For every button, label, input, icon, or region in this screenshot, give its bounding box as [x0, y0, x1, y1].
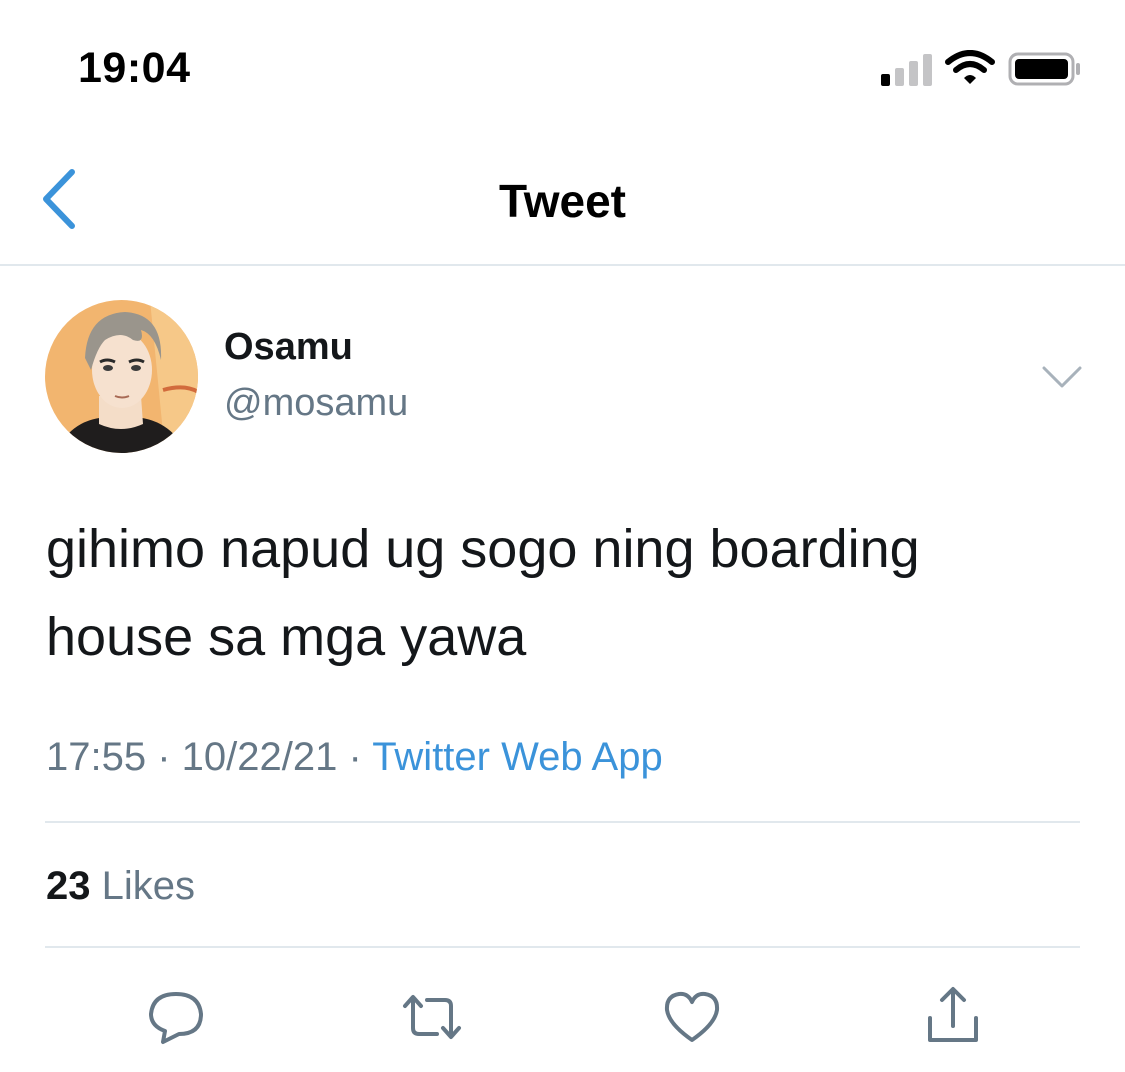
tweet-date: 10/22/21: [181, 735, 338, 779]
tweet-text: gihimo napud ug sogo ning boarding house…: [46, 505, 1086, 681]
likes-label: Likes: [101, 864, 196, 908]
status-bar: 19:04: [0, 0, 1125, 130]
divider: [45, 821, 1080, 823]
tweet-text-line-2: house sa mga yawa: [46, 607, 527, 667]
tweet-time: 17:55: [46, 735, 147, 779]
like-icon: [664, 991, 720, 1042]
tweet-source-link[interactable]: Twitter Web App: [372, 735, 663, 779]
author-name[interactable]: Osamu: [224, 326, 353, 369]
chevron-down-icon: [1042, 366, 1082, 388]
author-handle[interactable]: @mosamu: [224, 382, 408, 425]
meta-separator: ·: [146, 735, 182, 779]
tweet-menu-button[interactable]: [1040, 360, 1084, 394]
tweet-meta: 17:55 · 10/22/21 · Twitter Web App: [46, 735, 663, 780]
avatar[interactable]: [45, 300, 198, 453]
retweet-button[interactable]: [397, 982, 467, 1052]
nav-bar: Tweet: [0, 130, 1125, 266]
retweet-icon: [403, 995, 461, 1039]
reply-button[interactable]: [141, 982, 211, 1052]
likes-count: 23: [46, 864, 91, 908]
tweet-text-line-1: gihimo napud ug sogo ning boarding: [46, 519, 920, 579]
battery-icon: [1008, 52, 1082, 86]
share-button[interactable]: [918, 982, 988, 1052]
likes-row[interactable]: 23 Likes: [46, 864, 195, 909]
signal-icon: [881, 54, 933, 86]
wifi-icon: [945, 50, 995, 86]
reply-icon: [149, 992, 203, 1044]
divider: [45, 946, 1080, 948]
meta-separator: ·: [337, 735, 373, 779]
status-time: 19:04: [78, 44, 191, 92]
like-button[interactable]: [657, 982, 727, 1052]
page-title: Tweet: [499, 175, 626, 227]
share-icon: [928, 987, 978, 1042]
